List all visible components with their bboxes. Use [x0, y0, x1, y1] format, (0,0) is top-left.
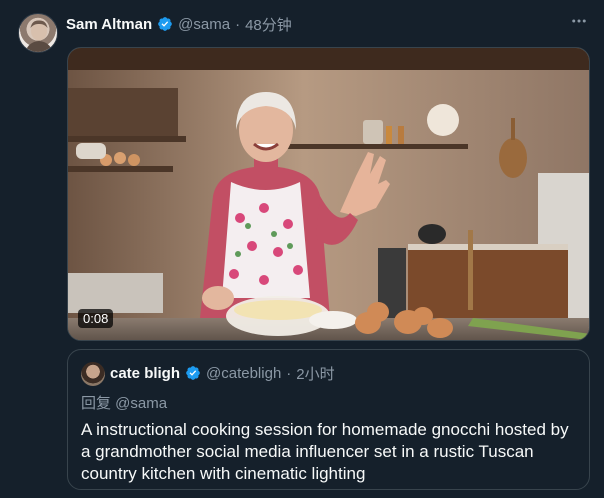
author-avatar[interactable] — [18, 13, 58, 53]
separator-dot: · — [235, 15, 241, 33]
quote-author-name[interactable]: cate bligh — [110, 365, 180, 382]
more-horizontal-icon[interactable] — [570, 12, 588, 35]
quoted-tweet[interactable]: cate bligh @catebligh · 2小时 回复 @sama A i… — [67, 349, 590, 490]
verified-badge-icon — [186, 366, 200, 380]
reply-to-label: 回复 @sama — [81, 395, 168, 412]
author-avatar-image — [25, 20, 53, 52]
quote-text: A instructional cooking session for home… — [81, 420, 569, 483]
video-player[interactable]: 0:08 — [67, 47, 590, 341]
video-duration: 0:08 — [78, 309, 114, 328]
more-icon-glyph — [572, 19, 586, 23]
quote-author-avatar[interactable] — [81, 362, 105, 386]
quote-header: cate bligh @catebligh · 2小时 — [110, 362, 335, 384]
author-name[interactable]: Sam Altman — [66, 16, 152, 33]
tweet-header: Sam Altman @sama · 48分钟 — [66, 13, 292, 35]
quote-separator-dot: · — [286, 364, 292, 382]
author-handle[interactable]: @sama — [178, 16, 230, 33]
verified-badge-icon — [158, 17, 172, 31]
tweet: Sam Altman @sama · 48分钟 0:08 cate bligh … — [0, 0, 604, 498]
video-frame-kitchen-scene — [68, 48, 589, 340]
quote-time[interactable]: 2小时 — [296, 363, 334, 384]
post-time[interactable]: 48分钟 — [245, 14, 292, 35]
quote-author-handle[interactable]: @catebligh — [206, 365, 281, 382]
